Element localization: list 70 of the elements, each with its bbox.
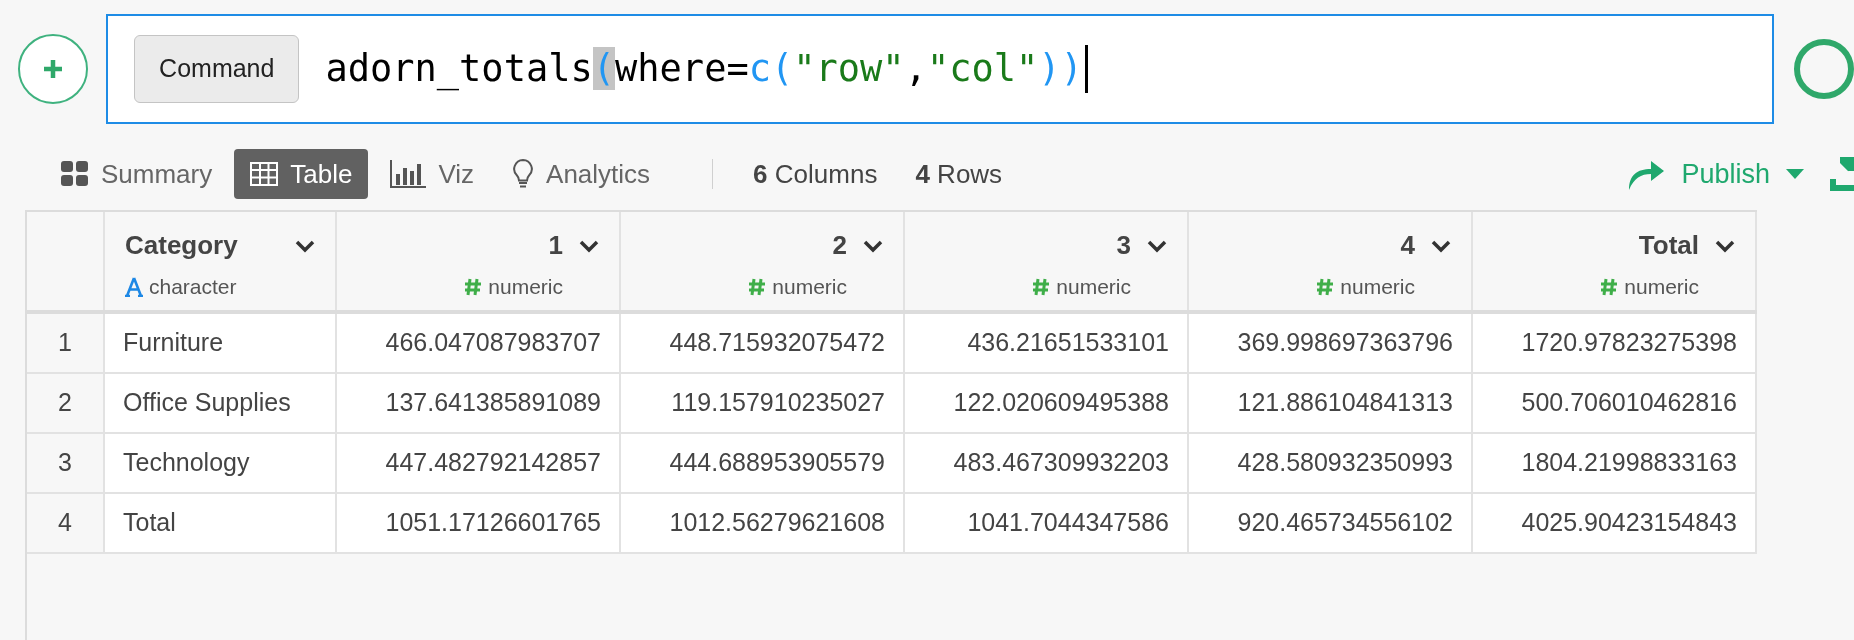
text-cursor — [1084, 45, 1088, 93]
column-header[interactable]: 4 numeric — [1189, 212, 1473, 310]
hash-icon — [748, 277, 767, 296]
chevron-down-icon[interactable] — [1147, 238, 1167, 253]
grid-icon — [61, 161, 89, 187]
column-name: 2 — [832, 229, 847, 262]
hash-icon — [1600, 277, 1619, 296]
chevron-down-icon[interactable] — [1431, 238, 1451, 253]
hash-icon — [1032, 277, 1051, 296]
column-name: Total — [1638, 229, 1699, 262]
table-cell: Technology — [105, 434, 337, 492]
column-type: character — [149, 274, 237, 300]
chevron-down-icon[interactable] — [579, 238, 599, 253]
caret-down-icon — [1786, 169, 1804, 179]
hash-icon — [1316, 277, 1335, 296]
column-header[interactable]: 2 numeric — [621, 212, 905, 310]
table-cell: 447.482792142857 — [337, 434, 621, 492]
chevron-down-icon[interactable] — [863, 238, 883, 253]
table-cell: 1804.21998833163 — [1473, 434, 1757, 492]
column-name: 1 — [548, 229, 563, 262]
bar-chart-icon — [390, 160, 427, 188]
column-header[interactable]: Total numeric — [1473, 212, 1757, 310]
column-type: numeric — [1056, 274, 1131, 300]
hash-icon — [464, 277, 483, 296]
command-input-field[interactable]: Command adorn_totals(where=c("row","col")) — [106, 14, 1774, 124]
table-cell: 1041.7044347586 — [905, 494, 1189, 552]
column-header[interactable]: 3 numeric — [905, 212, 1189, 310]
table-cell: Total — [105, 494, 337, 552]
table-cell: 1720.97823275398 — [1473, 314, 1757, 372]
chevron-down-icon[interactable] — [1715, 238, 1735, 253]
column-name: 4 — [1400, 229, 1415, 262]
count-text: 4 Rows — [915, 157, 1003, 191]
table-icon — [250, 162, 279, 186]
command-button[interactable]: Command — [134, 35, 300, 103]
view-tab[interactable]: Viz — [374, 149, 491, 199]
table-cell: 466.047087983707 — [337, 314, 621, 372]
chevron-down-icon[interactable] — [295, 238, 315, 253]
code-text: adorn_totals(where=c("row","col")) — [325, 46, 1083, 93]
column-type: numeric — [772, 274, 847, 300]
table-cell: 1012.56279621608 — [621, 494, 905, 552]
table-cell: 483.467309932203 — [905, 434, 1189, 492]
table-cell: 119.157910235027 — [621, 374, 905, 432]
table-cell: 4025.90423154843 — [1473, 494, 1757, 552]
view-tab[interactable]: Analytics — [496, 149, 667, 199]
table-cell: 428.580932350993 — [1189, 434, 1473, 492]
table-cell: Furniture — [105, 314, 337, 372]
count-text: 6 Columns — [753, 157, 878, 191]
column-type: numeric — [1340, 274, 1415, 300]
table-cell: 444.688953905579 — [621, 434, 905, 492]
table-cell: 920.465734556102 — [1189, 494, 1473, 552]
table-cell: 121.886104841313 — [1189, 374, 1473, 432]
view-tab[interactable]: Table — [234, 149, 369, 199]
table-cell: 436.21651533101 — [905, 314, 1189, 372]
column-header[interactable]: Category character — [105, 212, 337, 310]
table-cell: 122.020609495388 — [905, 374, 1189, 432]
table-cell: Office Supplies — [105, 374, 337, 432]
table-cell: 369.998697363796 — [1189, 314, 1473, 372]
table-cell: 500.706010462816 — [1473, 374, 1757, 432]
column-name: 3 — [1116, 229, 1131, 262]
column-type: numeric — [488, 274, 563, 300]
run-button[interactable] — [1794, 39, 1854, 99]
column-name: Category — [125, 229, 238, 262]
view-tab[interactable]: Summary — [45, 149, 229, 199]
column-header[interactable]: 1 numeric — [337, 212, 621, 310]
lightbulb-icon — [512, 158, 535, 190]
table-cell: 1051.17126601765 — [337, 494, 621, 552]
table-cell: 448.715932075472 — [621, 314, 905, 372]
column-type: numeric — [1624, 274, 1699, 300]
table-cell: 137.641385891089 — [337, 374, 621, 432]
letter-icon — [125, 276, 143, 297]
